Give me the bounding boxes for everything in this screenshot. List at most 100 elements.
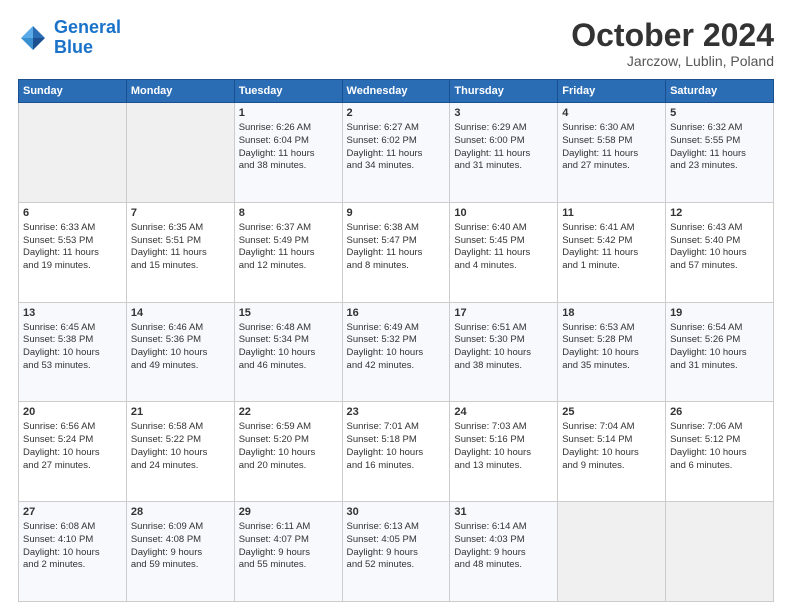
logo-text: General Blue <box>54 18 121 58</box>
cell-week4-day3: 23Sunrise: 7:01 AMSunset: 5:18 PMDayligh… <box>342 402 450 502</box>
cell-week4-day2: 22Sunrise: 6:59 AMSunset: 5:20 PMDayligh… <box>234 402 342 502</box>
cell-week2-day0: 6Sunrise: 6:33 AMSunset: 5:53 PMDaylight… <box>19 202 127 302</box>
day-info: and 55 minutes. <box>239 559 338 572</box>
day-info: and 59 minutes. <box>131 559 230 572</box>
day-info: Daylight: 10 hours <box>562 347 661 360</box>
logo: General Blue <box>18 18 121 58</box>
day-info: Daylight: 10 hours <box>454 347 553 360</box>
cell-week3-day6: 19Sunrise: 6:54 AMSunset: 5:26 PMDayligh… <box>666 302 774 402</box>
day-info: Sunset: 5:40 PM <box>670 235 769 248</box>
day-info: Daylight: 10 hours <box>23 447 122 460</box>
title-block: October 2024 Jarczow, Lublin, Poland <box>571 18 774 69</box>
day-info: and 4 minutes. <box>454 260 553 273</box>
day-number: 1 <box>239 106 338 121</box>
day-number: 6 <box>23 206 122 221</box>
day-info: Sunrise: 6:53 AM <box>562 322 661 335</box>
col-header-wednesday: Wednesday <box>342 80 450 103</box>
day-info: Sunrise: 6:46 AM <box>131 322 230 335</box>
cell-week1-day4: 3Sunrise: 6:29 AMSunset: 6:00 PMDaylight… <box>450 103 558 203</box>
day-info: and 46 minutes. <box>239 360 338 373</box>
day-number: 28 <box>131 505 230 520</box>
day-info: Sunset: 5:30 PM <box>454 334 553 347</box>
day-info: Sunrise: 6:40 AM <box>454 222 553 235</box>
day-info: Daylight: 11 hours <box>347 148 446 161</box>
day-info: Sunset: 4:08 PM <box>131 534 230 547</box>
day-info: and 27 minutes. <box>23 460 122 473</box>
day-info: Daylight: 11 hours <box>670 148 769 161</box>
day-info: Daylight: 11 hours <box>23 247 122 260</box>
cell-week3-day2: 15Sunrise: 6:48 AMSunset: 5:34 PMDayligh… <box>234 302 342 402</box>
day-info: Sunrise: 6:45 AM <box>23 322 122 335</box>
day-number: 23 <box>347 405 446 420</box>
day-info: Sunrise: 7:01 AM <box>347 421 446 434</box>
day-info: Sunrise: 6:41 AM <box>562 222 661 235</box>
day-info: Sunset: 5:49 PM <box>239 235 338 248</box>
day-info: and 57 minutes. <box>670 260 769 273</box>
day-info: Sunset: 5:28 PM <box>562 334 661 347</box>
cell-week5-day1: 28Sunrise: 6:09 AMSunset: 4:08 PMDayligh… <box>126 502 234 602</box>
day-info: and 38 minutes. <box>454 360 553 373</box>
day-info: Sunset: 6:04 PM <box>239 135 338 148</box>
day-number: 7 <box>131 206 230 221</box>
day-info: and 31 minutes. <box>670 360 769 373</box>
day-number: 25 <box>562 405 661 420</box>
day-info: Sunset: 5:26 PM <box>670 334 769 347</box>
day-info: and 49 minutes. <box>131 360 230 373</box>
cell-week1-day5: 4Sunrise: 6:30 AMSunset: 5:58 PMDaylight… <box>558 103 666 203</box>
day-info: Sunset: 5:55 PM <box>670 135 769 148</box>
day-info: Daylight: 11 hours <box>562 148 661 161</box>
day-info: Sunrise: 6:51 AM <box>454 322 553 335</box>
day-number: 26 <box>670 405 769 420</box>
day-info: Daylight: 10 hours <box>239 447 338 460</box>
cell-week4-day6: 26Sunrise: 7:06 AMSunset: 5:12 PMDayligh… <box>666 402 774 502</box>
day-info: Sunset: 5:51 PM <box>131 235 230 248</box>
day-number: 5 <box>670 106 769 121</box>
day-info: and 34 minutes. <box>347 160 446 173</box>
logo-icon <box>18 23 48 53</box>
cell-week4-day1: 21Sunrise: 6:58 AMSunset: 5:22 PMDayligh… <box>126 402 234 502</box>
week-row-2: 6Sunrise: 6:33 AMSunset: 5:53 PMDaylight… <box>19 202 774 302</box>
day-info: Daylight: 9 hours <box>131 547 230 560</box>
day-info: Daylight: 10 hours <box>347 447 446 460</box>
day-info: Daylight: 10 hours <box>131 447 230 460</box>
day-number: 30 <box>347 505 446 520</box>
cell-week3-day1: 14Sunrise: 6:46 AMSunset: 5:36 PMDayligh… <box>126 302 234 402</box>
header: General Blue October 2024 Jarczow, Lubli… <box>18 18 774 69</box>
day-info: Sunset: 5:18 PM <box>347 434 446 447</box>
header-row: SundayMondayTuesdayWednesdayThursdayFrid… <box>19 80 774 103</box>
day-info: Sunset: 6:02 PM <box>347 135 446 148</box>
day-info: Daylight: 10 hours <box>347 347 446 360</box>
cell-week2-day6: 12Sunrise: 6:43 AMSunset: 5:40 PMDayligh… <box>666 202 774 302</box>
day-number: 22 <box>239 405 338 420</box>
day-info: Sunrise: 6:13 AM <box>347 521 446 534</box>
day-info: and 20 minutes. <box>239 460 338 473</box>
day-number: 3 <box>454 106 553 121</box>
day-info: Sunrise: 7:03 AM <box>454 421 553 434</box>
cell-week2-day1: 7Sunrise: 6:35 AMSunset: 5:51 PMDaylight… <box>126 202 234 302</box>
col-header-saturday: Saturday <box>666 80 774 103</box>
day-number: 15 <box>239 306 338 321</box>
day-info: Sunrise: 6:43 AM <box>670 222 769 235</box>
day-number: 12 <box>670 206 769 221</box>
logo-line1: General <box>54 17 121 37</box>
day-info: Sunset: 6:00 PM <box>454 135 553 148</box>
day-number: 17 <box>454 306 553 321</box>
day-number: 21 <box>131 405 230 420</box>
cell-week5-day6 <box>666 502 774 602</box>
day-info: and 23 minutes. <box>670 160 769 173</box>
col-header-monday: Monday <box>126 80 234 103</box>
day-info: Sunset: 5:34 PM <box>239 334 338 347</box>
week-row-4: 20Sunrise: 6:56 AMSunset: 5:24 PMDayligh… <box>19 402 774 502</box>
day-info: Sunset: 5:16 PM <box>454 434 553 447</box>
day-info: Sunset: 5:53 PM <box>23 235 122 248</box>
day-info: and 12 minutes. <box>239 260 338 273</box>
cell-week3-day0: 13Sunrise: 6:45 AMSunset: 5:38 PMDayligh… <box>19 302 127 402</box>
day-info: and 38 minutes. <box>239 160 338 173</box>
day-number: 9 <box>347 206 446 221</box>
cell-week5-day4: 31Sunrise: 6:14 AMSunset: 4:03 PMDayligh… <box>450 502 558 602</box>
day-info: and 19 minutes. <box>23 260 122 273</box>
day-info: Daylight: 11 hours <box>562 247 661 260</box>
cell-week2-day5: 11Sunrise: 6:41 AMSunset: 5:42 PMDayligh… <box>558 202 666 302</box>
cell-week4-day5: 25Sunrise: 7:04 AMSunset: 5:14 PMDayligh… <box>558 402 666 502</box>
day-number: 29 <box>239 505 338 520</box>
